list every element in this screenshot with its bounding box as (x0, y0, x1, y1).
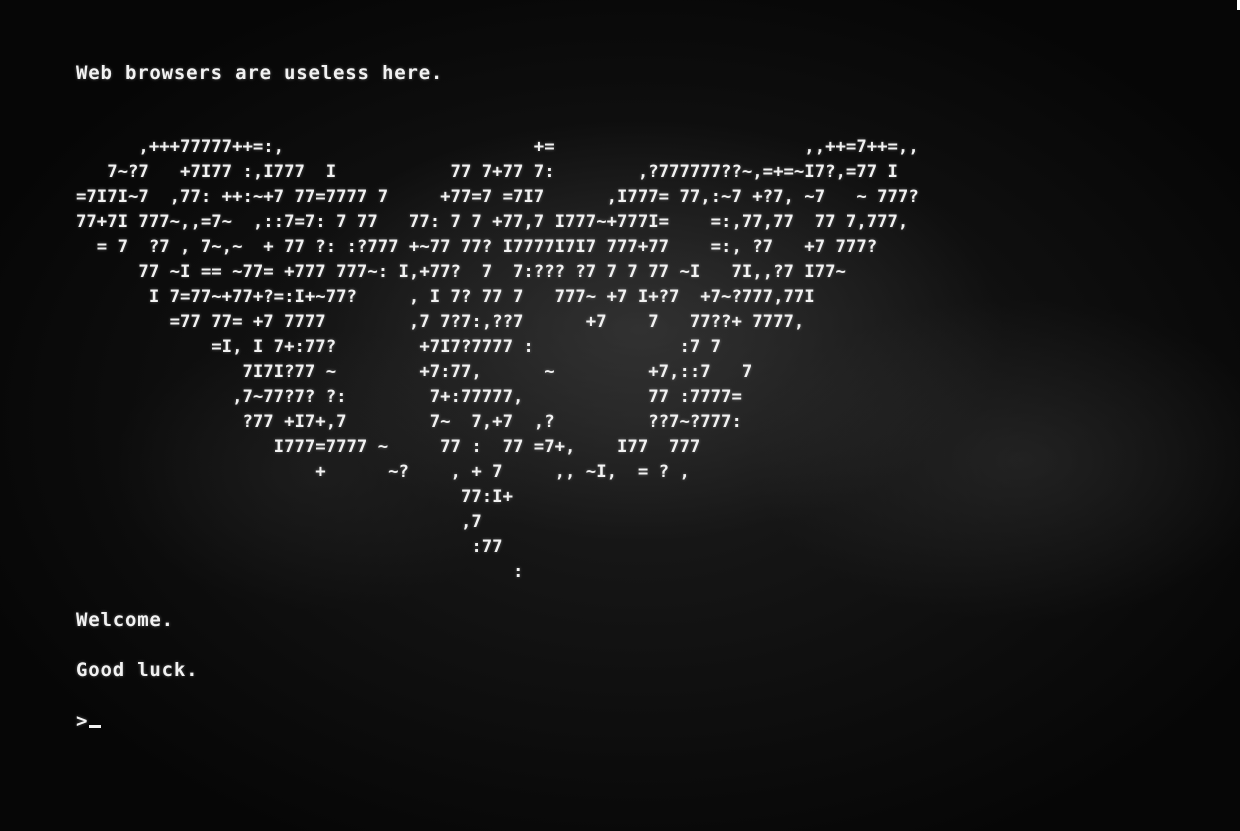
ascii-art-row: 77:I+ (76, 487, 513, 507)
ascii-art-row: ?77 +I7+,7 7~ 7,+7 ,? ??7~?777: (76, 412, 742, 432)
ascii-art-row: ,+++77777++=:, += ,,++=7++=,, (76, 137, 919, 157)
ascii-art-row: 7I7I?77 ~ +7:77, ~ +7,::7 7 (76, 362, 753, 382)
ascii-art-row: :77 (76, 537, 503, 557)
cursor-icon (89, 725, 102, 728)
ascii-art-row: ,7~77?7? ?: 7+:77777, 77 :7777= (76, 387, 742, 407)
ascii-art-row: ,7 (76, 512, 482, 532)
ascii-art-row: 77 ~I == ~77= +777 777~: I,+77? 7 7:??? … (76, 262, 846, 282)
ascii-art-row: =77 77= +7 7777 ,7 7?7:,??7 +7 7 77??+ 7… (76, 312, 805, 332)
ascii-art-row: I 7=77~+77+?=:I+~77? , I 7? 77 7 777~ +7… (76, 287, 815, 307)
ascii-art-row: 77+7I 777~,,=7~ ,::7=7: 7 77 77: 7 7 +77… (76, 212, 909, 232)
ascii-art-row: : (76, 562, 524, 582)
prompt-symbol: > (76, 710, 88, 732)
good-luck-text: Good luck. (76, 659, 199, 681)
header-text: Web browsers are useless here. (76, 62, 444, 84)
terminal-screen: Web browsers are useless here. ,+++77777… (0, 0, 1240, 831)
ascii-art-row: 7~?7 +7I77 :,I777 I 77 7+77 7: ,?777777?… (76, 162, 898, 182)
ascii-art-row: = 7 ?7 , 7~,~ + 77 ?: :?777 +~77 77? I77… (76, 237, 878, 257)
command-prompt[interactable]: > (76, 710, 102, 732)
ascii-art-row: =7I7I~7 ,77: ++:~+7 77=7777 7 +77=7 =7I7… (76, 187, 919, 207)
ascii-art-row: I777=7777 ~ 77 : 77 =7+, I77 777 (76, 437, 701, 457)
ascii-art-row: =I, I 7+:77? +7I7?7777 : :7 7 (76, 337, 722, 357)
ascii-art-row: + ~? , + 7 ,, ~I, = ? , (76, 462, 690, 482)
welcome-text: Welcome. (76, 609, 174, 631)
